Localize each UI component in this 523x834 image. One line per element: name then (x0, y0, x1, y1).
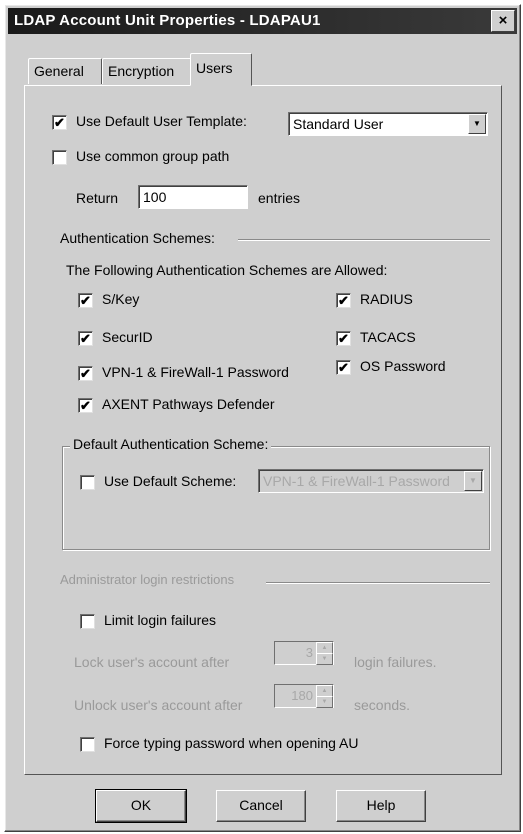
vpn-firewall-password-checkbox[interactable]: ✔ (78, 366, 93, 381)
tab-users-label: Users (196, 60, 233, 76)
securid-checkbox[interactable]: ✔ (78, 331, 93, 346)
axent-defender-checkbox[interactable]: ✔ (78, 398, 93, 413)
return-label: Return (76, 190, 119, 206)
use-common-group-path-checkbox[interactable] (52, 150, 67, 165)
auth-schemes-divider (238, 239, 490, 241)
entries-label: entries (258, 190, 301, 206)
limit-login-failures-label: Limit login failures (104, 612, 217, 628)
default-scheme-group (62, 446, 490, 550)
auth-schemes-heading: Authentication Schemes: (60, 230, 215, 246)
use-default-scheme-checkbox[interactable] (80, 475, 95, 490)
tab-general[interactable]: General (28, 58, 102, 84)
tacacs-checkbox[interactable]: ✔ (336, 331, 351, 346)
lock-after-spinner[interactable]: 3 ▲ ▼ (274, 641, 334, 665)
spin-down-icon[interactable]: ▼ (316, 653, 333, 665)
help-button[interactable]: Help (336, 790, 426, 822)
tab-encryption[interactable]: Encryption (102, 58, 192, 84)
tacacs-label: TACACS (360, 329, 416, 345)
vpn-firewall-password-label: VPN-1 & FireWall-1 Password (102, 364, 289, 380)
os-password-checkbox[interactable]: ✔ (336, 360, 351, 375)
tab-users[interactable]: Users (190, 53, 252, 86)
use-default-scheme-label: Use Default Scheme: (104, 473, 237, 489)
skey-label: S/Key (102, 291, 140, 307)
close-icon: × (498, 12, 508, 29)
os-password-label: OS Password (360, 358, 446, 374)
use-default-template-checkbox[interactable]: ✔ (52, 115, 67, 130)
unlock-after-label: Unlock user's account after (74, 697, 243, 713)
login-failures-label: login failures. (354, 654, 437, 670)
ok-button[interactable]: OK (95, 789, 187, 823)
tab-encryption-label: Encryption (108, 63, 175, 79)
use-default-template-label: Use Default User Template: (76, 113, 247, 129)
radius-label: RADIUS (360, 291, 413, 307)
users-tab-panel (24, 85, 502, 775)
limit-login-failures-checkbox[interactable] (80, 614, 95, 629)
default-scheme-group-label: Default Authentication Scheme: (70, 436, 272, 452)
return-entries-value: 100 (143, 189, 167, 205)
securid-label: SecurID (102, 329, 153, 345)
axent-defender-label: AXENT Pathways Defender (102, 396, 275, 412)
admin-restrictions-divider (266, 582, 490, 584)
skey-checkbox[interactable]: ✔ (78, 293, 93, 308)
spin-down-icon[interactable]: ▼ (316, 696, 333, 708)
use-common-group-path-label: Use common group path (76, 148, 230, 164)
chevron-down-icon[interactable]: ▼ (464, 471, 482, 491)
default-scheme-value: VPN-1 & FireWall-1 Password (263, 473, 450, 489)
unlock-after-spinner[interactable]: 180 ▲ ▼ (274, 684, 334, 708)
check-icon: ✔ (54, 115, 65, 130)
title-bar[interactable]: LDAP Account Unit Properties - LDAPAU1 × (8, 8, 517, 34)
unlock-after-value: 180 (291, 688, 313, 703)
lock-after-value: 3 (305, 645, 313, 660)
lock-after-label: Lock user's account after (74, 654, 230, 670)
admin-restrictions-heading: Administrator login restrictions (60, 572, 235, 587)
window-title: LDAP Account Unit Properties - LDAPAU1 (14, 12, 321, 29)
user-template-value: Standard User (293, 116, 384, 132)
tab-general-label: General (34, 63, 84, 79)
force-typing-password-checkbox[interactable] (80, 737, 95, 752)
radius-checkbox[interactable]: ✔ (336, 293, 351, 308)
force-typing-password-label: Force typing password when opening AU (104, 735, 359, 751)
default-scheme-select[interactable]: VPN-1 & FireWall-1 Password ▼ (258, 469, 484, 493)
user-template-select[interactable]: Standard User ▼ (288, 112, 488, 136)
allowed-schemes-label: The Following Authentication Schemes are… (66, 262, 388, 278)
return-entries-input[interactable]: 100 (138, 185, 248, 209)
close-button[interactable]: × (491, 10, 515, 32)
seconds-label: seconds. (354, 697, 411, 713)
cancel-button[interactable]: Cancel (216, 790, 306, 822)
chevron-down-icon[interactable]: ▼ (468, 114, 486, 134)
